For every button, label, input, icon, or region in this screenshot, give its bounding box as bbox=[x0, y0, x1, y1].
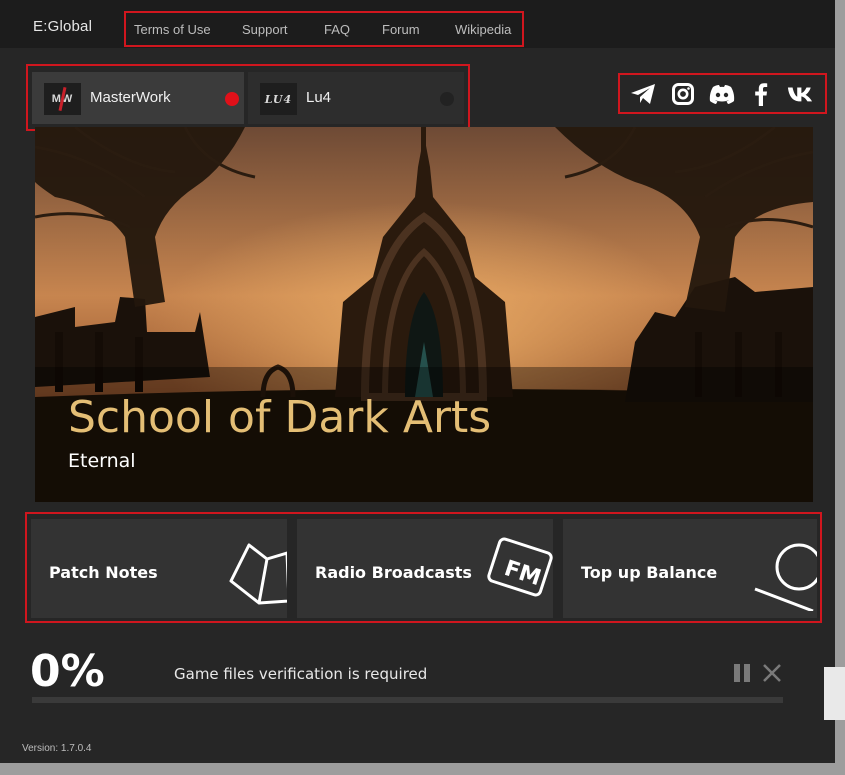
social-links bbox=[618, 73, 827, 114]
server-selector: MW MasterWork LU4 Lu4 bbox=[26, 64, 470, 131]
lu4-logo: LU4 bbox=[260, 83, 297, 115]
discord-icon[interactable] bbox=[709, 82, 735, 106]
card-patch-notes[interactable]: Patch Notes bbox=[31, 519, 287, 618]
news-banner[interactable]: School of Dark Arts Eternal bbox=[35, 127, 813, 502]
banner-artwork bbox=[35, 127, 813, 502]
coin-icon bbox=[754, 543, 817, 611]
nav-wikipedia[interactable]: Wikipedia bbox=[455, 22, 511, 37]
card-label: Patch Notes bbox=[49, 563, 158, 582]
server-status-dot bbox=[225, 92, 239, 106]
server-tab-masterwork[interactable]: MW MasterWork bbox=[32, 72, 244, 124]
app-version: Version: 1.7.0.4 bbox=[22, 743, 92, 754]
facebook-icon[interactable] bbox=[748, 82, 774, 106]
download-status: Game files verification is required bbox=[174, 665, 428, 683]
masterwork-logo: MW bbox=[44, 83, 81, 115]
lu4-logo-text: LU4 bbox=[264, 92, 293, 106]
nav-forum[interactable]: Forum bbox=[382, 22, 420, 37]
server-label-lu4: Lu4 bbox=[306, 89, 332, 106]
book-icon bbox=[229, 543, 287, 605]
card-label: Radio Broadcasts bbox=[315, 563, 472, 582]
app-logo: E:Global bbox=[33, 18, 93, 35]
nav-terms-of-use[interactable]: Terms of Use bbox=[134, 22, 211, 37]
vk-icon[interactable] bbox=[787, 82, 813, 106]
download-percent: 0% bbox=[30, 646, 105, 697]
server-status-dot bbox=[440, 92, 454, 106]
card-radio-broadcasts[interactable]: Radio Broadcasts FM bbox=[297, 519, 553, 618]
telegram-icon[interactable] bbox=[630, 82, 656, 106]
nav-support[interactable]: Support bbox=[242, 22, 288, 37]
launcher-window: E:Global Terms of Use Support FAQ Forum … bbox=[0, 0, 835, 763]
instagram-icon[interactable] bbox=[670, 82, 696, 106]
banner-subtitle: Eternal bbox=[68, 450, 136, 472]
nav-faq[interactable]: FAQ bbox=[324, 22, 350, 37]
side-scroll-tab[interactable] bbox=[824, 667, 845, 720]
quick-links: Patch Notes Radio Broadcasts FM Top up B… bbox=[25, 512, 822, 623]
banner-title: School of Dark Arts bbox=[68, 392, 492, 443]
card-label: Top up Balance bbox=[581, 563, 718, 582]
close-icon[interactable] bbox=[762, 663, 782, 683]
server-label-masterwork: MasterWork bbox=[90, 89, 171, 106]
pause-icon[interactable] bbox=[733, 663, 751, 683]
download-progress-bar bbox=[32, 697, 783, 703]
top-nav: Terms of Use Support FAQ Forum Wikipedia bbox=[124, 11, 524, 47]
card-top-up-balance[interactable]: Top up Balance bbox=[563, 519, 817, 618]
top-bar: E:Global Terms of Use Support FAQ Forum … bbox=[0, 0, 835, 48]
fm-radio-icon: FM bbox=[487, 537, 553, 597]
server-tab-lu4[interactable]: LU4 Lu4 bbox=[248, 72, 464, 124]
